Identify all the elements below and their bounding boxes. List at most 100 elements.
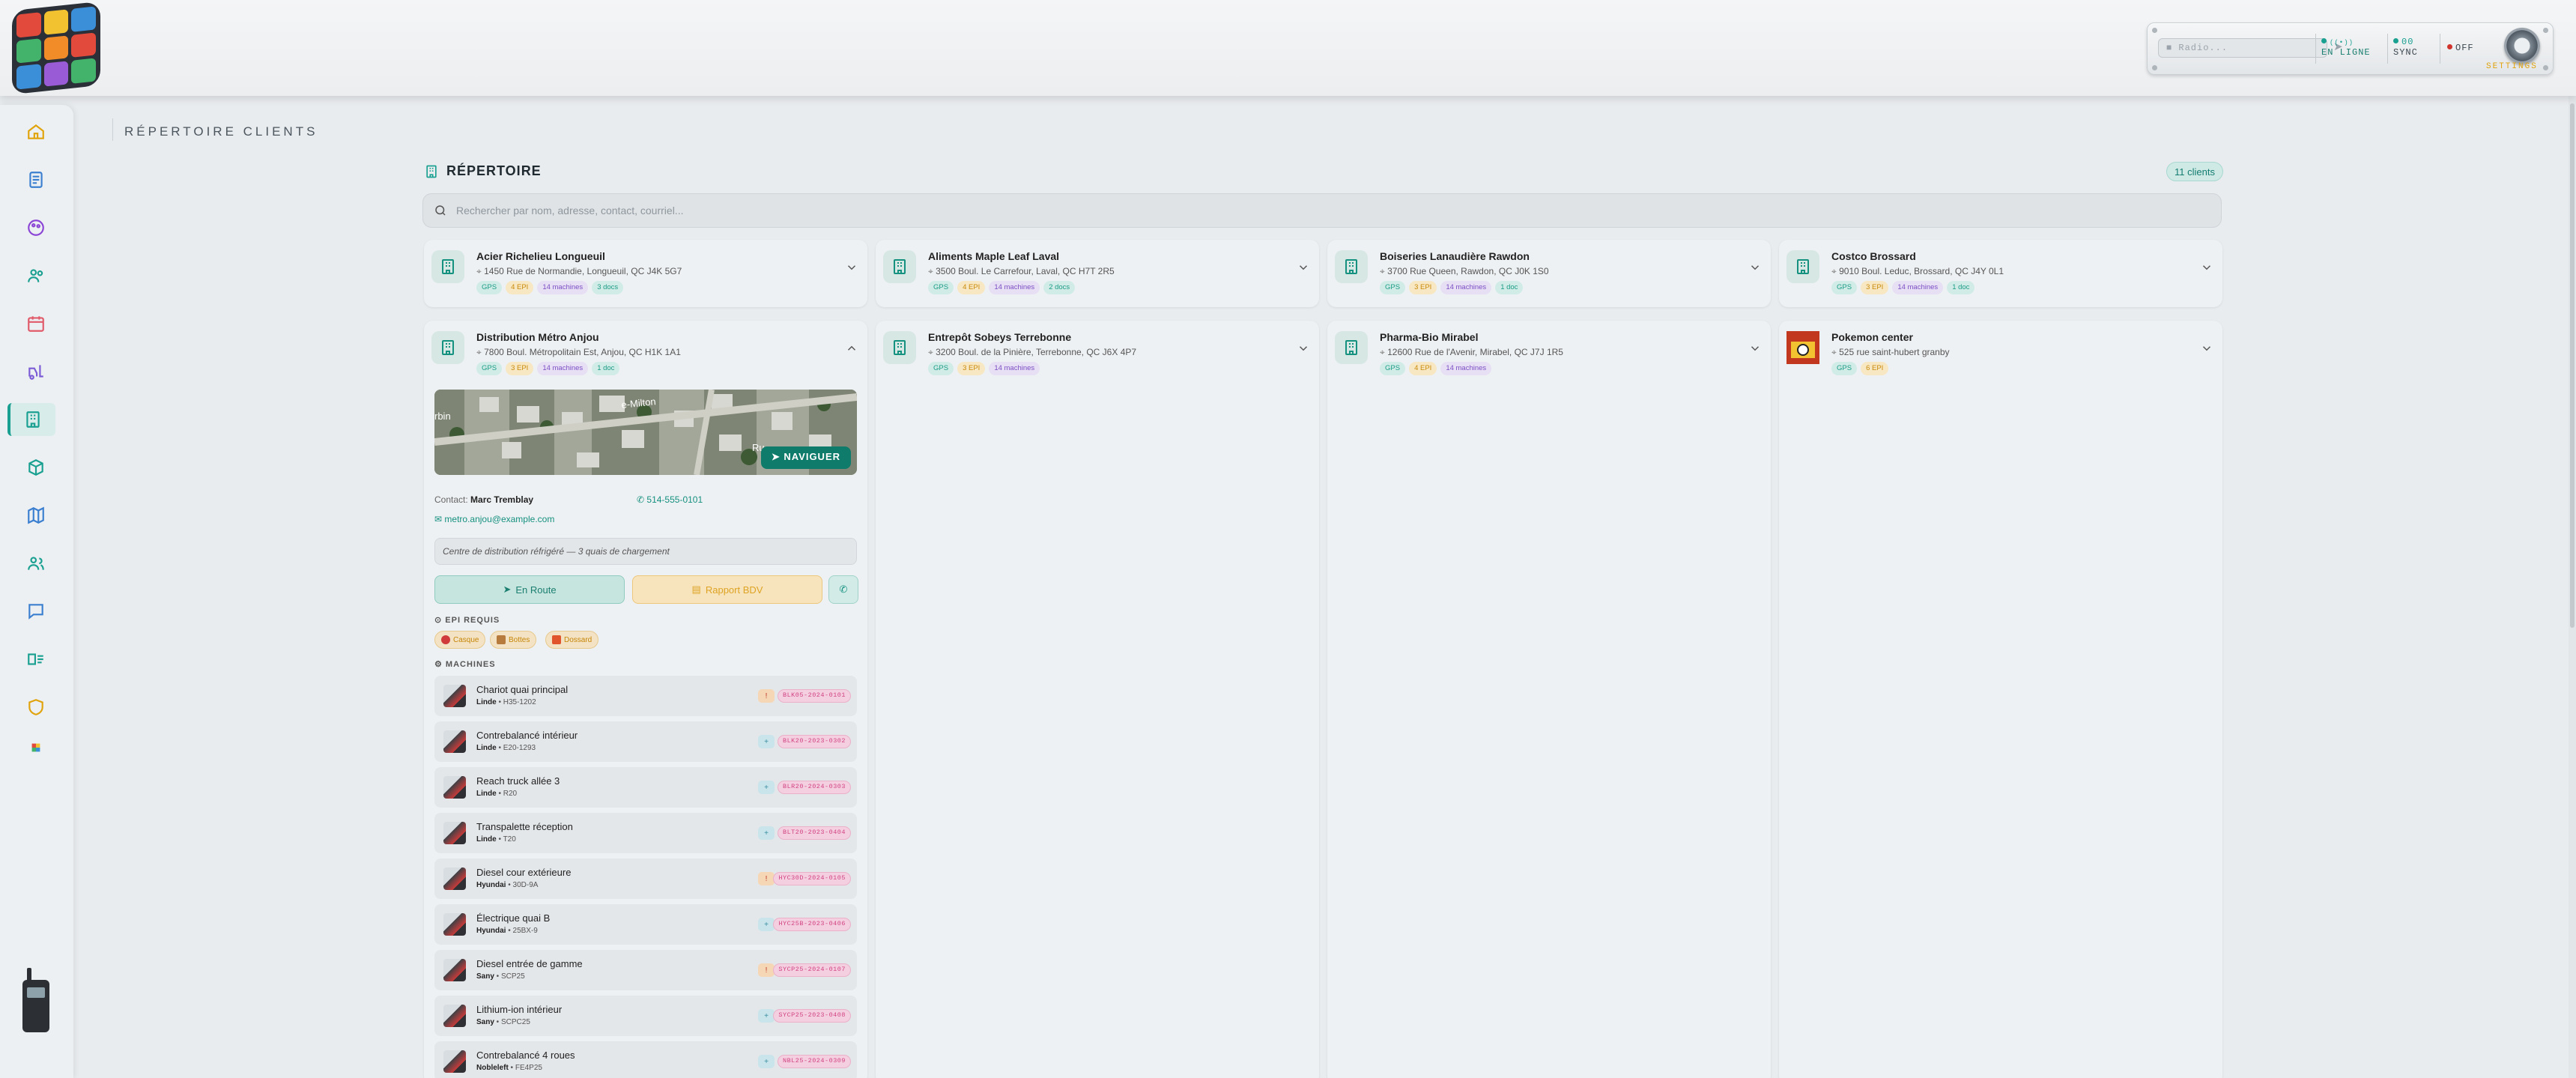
machine-code-badge: NBL25-2024-0309 [777,1055,851,1068]
client-card[interactable]: Pharma-Bio Mirabel ⌖ 12600 Rue de l'Aven… [1327,321,1771,1078]
chevron-down-icon[interactable] [2200,342,2213,355]
machines-section-title: ⚙ MACHINES [434,660,496,669]
building-icon [1335,250,1368,283]
machine-row[interactable]: Contrebalancé 4 roues Nobleleft • FE4P25… [434,1041,857,1078]
directory-icon[interactable] [7,403,55,436]
team-icon[interactable] [19,547,52,580]
tag-epi: 4 EPI [506,281,534,294]
gear-icon[interactable] [2504,28,2540,64]
box-icon[interactable] [19,451,52,484]
forklift-thumbnail [443,685,466,707]
chevron-down-icon[interactable] [1748,342,1762,355]
document-icon[interactable] [19,163,52,196]
radio-input[interactable]: ■ Radio... [2158,38,2327,58]
chevron-down-icon[interactable] [1297,261,1310,274]
machine-status-badge: + [758,1009,775,1023]
settings-label[interactable]: SETTINGS [2486,62,2538,71]
client-card[interactable]: Boiseries Lanaudière Rawdon ⌖ 3700 Rue Q… [1327,240,1771,307]
client-card[interactable]: Aliments Maple Leaf Laval ⌖ 3500 Boul. L… [876,240,1319,307]
tag-epi: 3 EPI [1861,281,1889,294]
client-name: Aliments Maple Leaf Laval [928,250,1060,262]
home-icon[interactable] [19,115,52,148]
shield-icon[interactable] [19,691,52,724]
chevron-down-icon[interactable] [1297,342,1310,355]
tag-docs: 1 doc [1495,281,1524,294]
chevron-up-icon[interactable] [845,342,858,355]
forklift-thumbnail [443,730,466,753]
cube-small-icon[interactable] [19,731,52,764]
client-card[interactable]: Costco Brossard ⌖ 9010 Boul. Leduc, Bros… [1779,240,2222,307]
sidebar [0,105,73,1078]
tag-docs: 2 docs [1043,281,1076,294]
satellite-map[interactable]: rbin e-Milton Ru ➤ NAVIGUER [434,390,857,475]
client-tags: GPS 4 EPI 14 machines [1380,362,1492,375]
client-name: Acier Richelieu Longueuil [476,250,605,262]
epi-vest: Dossard [545,631,599,649]
forklift-icon[interactable] [19,355,52,388]
chevron-down-icon[interactable] [1748,261,1762,274]
phone-link[interactable]: ✆ 514-555-0101 [637,494,703,505]
en-route-button[interactable]: ➤ En Route [434,575,625,604]
machine-status-badge: + [758,1055,775,1068]
chat-icon[interactable] [19,595,52,628]
tag-epi: 4 EPI [957,281,986,294]
machine-model: Sany • SCP25 [476,972,525,981]
client-name: Distribution Métro Anjou [476,331,599,343]
tag-epi: 6 EPI [1861,362,1889,375]
epi-boots: Bottes [490,631,537,649]
mail-icon: ✉ [434,514,443,524]
calendar-icon[interactable] [19,307,52,340]
chevron-down-icon[interactable] [2200,261,2213,274]
machine-model: Sany • SCPC25 [476,1018,530,1026]
tag-epi: 4 EPI [1409,362,1437,375]
client-tags: GPS 3 EPI 14 machines 1 doc [1831,281,1975,294]
machine-model: Nobleleft • FE4P25 [476,1064,542,1072]
machine-row[interactable]: Reach truck allée 3 Linde • R20 + BLR20-… [434,767,857,808]
navigate-button[interactable]: ➤ NAVIGUER [760,446,851,469]
machine-status-badge: ! [758,872,775,885]
client-card[interactable]: Pokemon center ⌖ 525 rue saint-hubert gr… [1779,321,2222,1078]
search-bar[interactable] [422,193,2222,228]
machine-code-badge: BLR20-2024-0303 [777,781,851,794]
report-bdv-button[interactable]: ▤ Rapport BDV [632,575,822,604]
machine-row[interactable]: Lithium-ion intérieur Sany • SCPC25 + SY… [434,996,857,1036]
client-name: Entrepôt Sobeys Terrebonne [928,331,1072,343]
tag-machines: 14 machines [537,281,589,294]
client-address: ⌖ 3200 Boul. de la Pinière, Terrebonne, … [928,347,1137,357]
walkie-talkie-icon[interactable] [22,968,49,1032]
machine-row[interactable]: Chariot quai principal Linde • H35-1202 … [434,676,857,716]
machine-row[interactable]: Diesel cour extérieure Hyundai • 30D-9A … [434,859,857,899]
tag-docs: 1 doc [592,362,620,375]
scrollbar[interactable] [2569,96,2576,1078]
inventory-icon[interactable] [19,643,52,676]
machine-model: Linde • T20 [476,835,516,844]
chevron-down-icon[interactable] [845,261,858,274]
machine-row[interactable]: Contrebalancé intérieur Linde • E20-1293… [434,721,857,762]
contact-info: Contact: Marc Tremblay [434,494,534,505]
client-tags: GPS 3 EPI 14 machines 1 doc [476,362,620,375]
palette-icon[interactable] [19,211,52,244]
building-icon [1786,250,1819,283]
call-button[interactable]: ✆ [828,575,858,604]
client-card[interactable]: Entrepôt Sobeys Terrebonne ⌖ 3200 Boul. … [876,321,1319,1078]
machine-model: Linde • E20-1293 [476,744,536,752]
email-link[interactable]: ✉ metro.anjou@example.com [434,514,554,524]
client-note: Centre de distribution réfrigéré — 3 qua… [434,538,857,565]
users-icon[interactable] [19,259,52,292]
machine-row[interactable]: Électrique quai B Hyundai • 25BX-9 + HYC… [434,904,857,945]
client-address: ⌖ 9010 Boul. Leduc, Brossard, QC J4Y 0L1 [1831,266,2004,276]
client-address: ⌖ 7800 Boul. Métropolitain Est, Anjou, Q… [476,347,681,357]
machine-row[interactable]: Transpalette réception Linde • T20 + BLT… [434,813,857,853]
client-address: ⌖ 12600 Rue de l'Avenir, Mirabel, QC J7J… [1380,347,1563,357]
client-name: Boiseries Lanaudière Rawdon [1380,250,1530,262]
client-card[interactable]: Acier Richelieu Longueuil ⌖ 1450 Rue de … [424,240,867,307]
client-card-expanded[interactable]: Distribution Métro Anjou ⌖ 7800 Boul. Mé… [424,321,867,1078]
map-icon[interactable] [19,499,52,532]
directory-heading: RÉPERTOIRE [424,163,542,179]
tag-gps: GPS [476,281,503,294]
forklift-thumbnail [443,776,466,799]
off-toggle[interactable]: OFF [2447,43,2474,53]
tag-epi: 3 EPI [957,362,986,375]
machine-row[interactable]: Diesel entrée de gamme Sany • SCP25 ! SY… [434,950,857,990]
search-input[interactable] [456,205,2179,216]
